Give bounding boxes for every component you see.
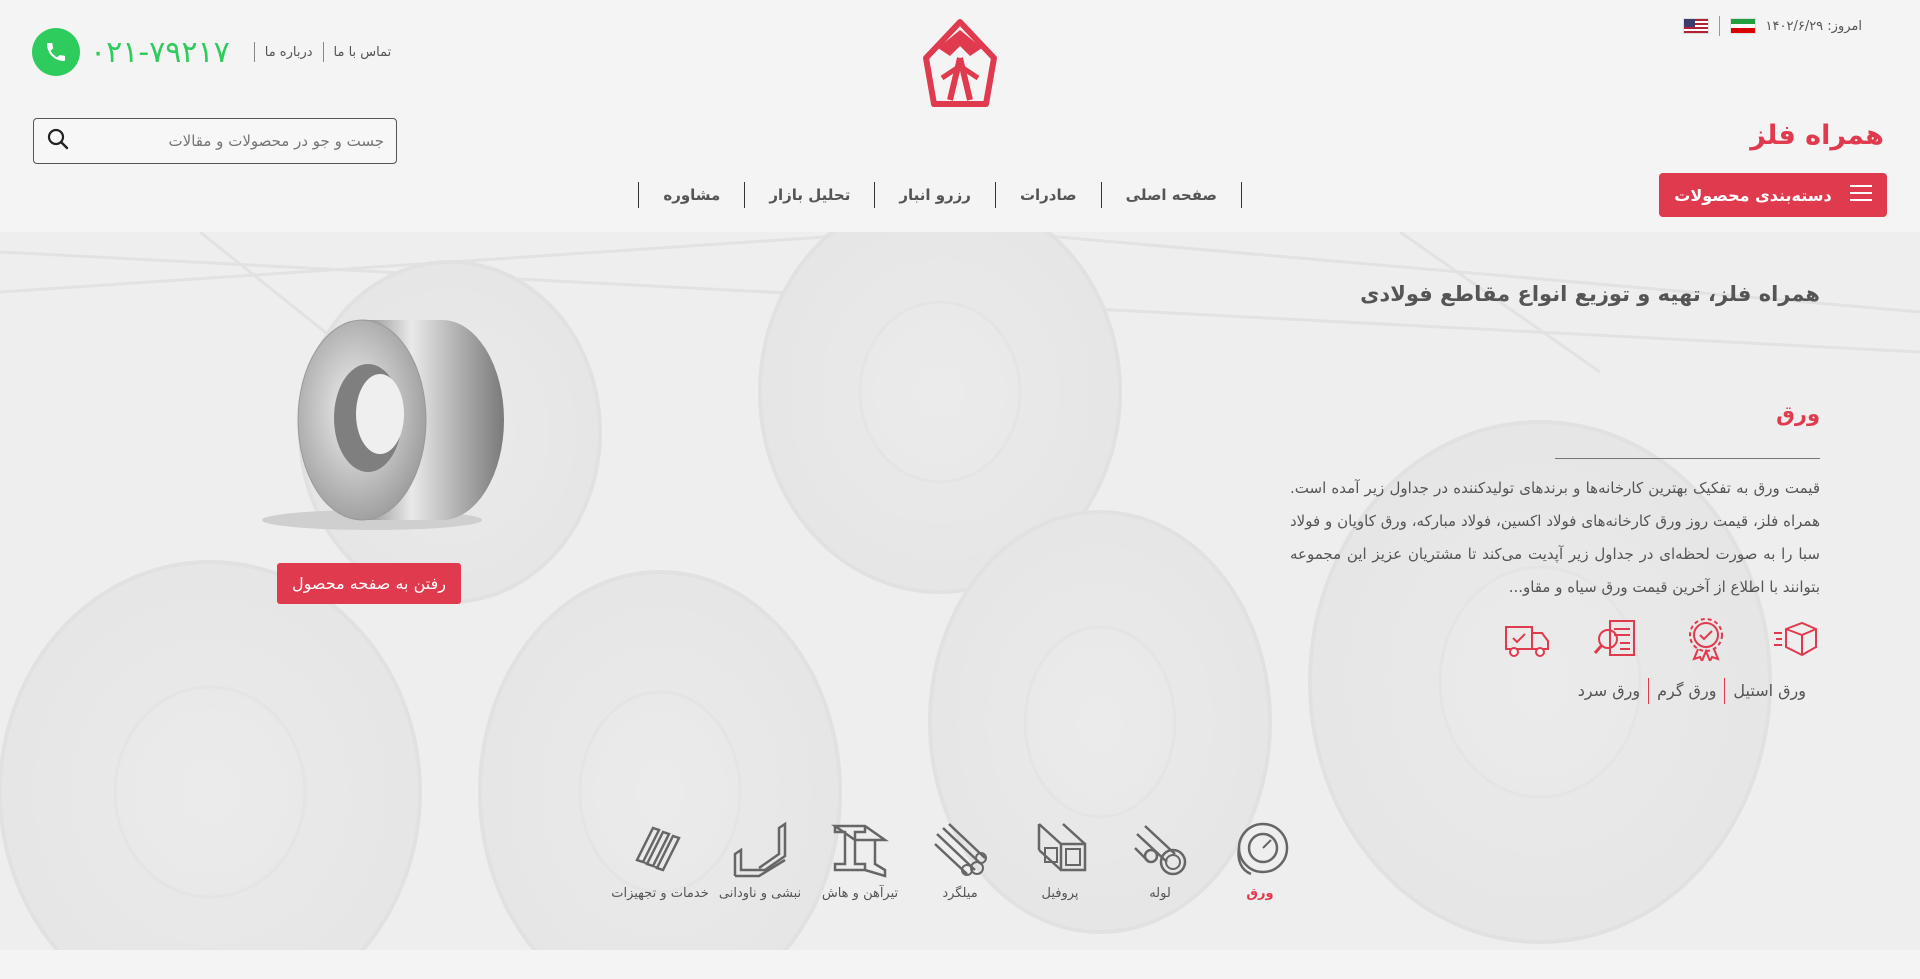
- about-link[interactable]: درباره ما: [265, 45, 313, 60]
- category-angle[interactable]: نبشی و ناودانی: [715, 820, 805, 920]
- tag-cold-rolled-sheet[interactable]: ورق سرد: [1570, 678, 1650, 704]
- category-label: خدمات و تجهیزات: [611, 886, 709, 901]
- tag-hot-rolled-sheet[interactable]: ورق گرم: [1649, 678, 1726, 704]
- site-header: ۰۲۱-۷۹۲۱۷ درباره ما تماس با ما امروز: ۱۴…: [0, 0, 1920, 232]
- hero-title: همراه فلز، تهیه و توزیع انواع مقاطع فولا…: [1360, 282, 1820, 306]
- delivery-truck-icon: [1505, 626, 1549, 657]
- category-sheet[interactable]: ورق: [1215, 820, 1305, 920]
- nav-market-analysis[interactable]: تحلیل بازار: [745, 182, 876, 208]
- category-ibeam[interactable]: تیرآهن و هاش: [815, 820, 905, 920]
- inspection-icon: [1593, 620, 1635, 656]
- angle-icon: [733, 821, 787, 878]
- site-logo[interactable]: [920, 18, 1000, 110]
- nav-consulting[interactable]: مشاوره: [638, 182, 746, 208]
- phone-number[interactable]: ۰۲۱-۷۹۲۱۷: [90, 35, 230, 70]
- brand-name[interactable]: همراه فلز: [1750, 120, 1884, 151]
- go-to-product-button[interactable]: رفتن به صفحه محصول: [277, 563, 461, 604]
- search-input[interactable]: [94, 132, 384, 150]
- product-categories-button[interactable]: دسته‌بندی محصولات: [1659, 173, 1887, 217]
- divider: [1555, 458, 1820, 459]
- rebar-icon: [934, 823, 987, 876]
- search-box: [33, 118, 397, 164]
- product-description: قیمت ورق به تفکیک بهترین کارخانه‌ها و بر…: [1290, 479, 1820, 596]
- us-flag-icon[interactable]: [1682, 18, 1709, 34]
- coil-icon: [1237, 822, 1289, 876]
- product-section-title[interactable]: ورق: [1776, 402, 1820, 426]
- nav-warehouse-reservation[interactable]: رزرو انبار: [875, 182, 996, 208]
- today-date: امروز: ۱۴۰۲/۶/۲۹: [1765, 18, 1862, 34]
- menu-icon: [1849, 184, 1872, 206]
- category-label: ورق: [1246, 886, 1274, 901]
- category-bar: ورق لوله پروفیل میلگرد تیرآهن و هاش نبشی…: [611, 820, 1305, 920]
- contact-link[interactable]: تماس با ما: [334, 45, 392, 60]
- main-nav: صفحه اصلی صادرات رزرو انبار تحلیل بازار …: [638, 180, 1242, 210]
- package-icon: [1774, 621, 1817, 657]
- nav-export[interactable]: صادرات: [996, 182, 1102, 208]
- category-pipe[interactable]: لوله: [1115, 820, 1205, 920]
- category-label: میلگرد: [942, 886, 978, 901]
- pipe-icon: [1134, 825, 1187, 876]
- services-icon: [635, 826, 681, 872]
- categories-button-label: دسته‌بندی محصولات: [1674, 185, 1832, 205]
- hero-section: همراه فلز، تهیه و توزیع انواع مقاطع فولا…: [0, 232, 1920, 950]
- tag-stainless-sheet[interactable]: ورق استیل: [1725, 678, 1814, 704]
- search-icon[interactable]: [46, 127, 70, 155]
- nav-home[interactable]: صفحه اصلی: [1102, 182, 1242, 208]
- category-services[interactable]: خدمات و تجهیزات: [611, 820, 709, 920]
- page-footer-strip: [0, 950, 1920, 979]
- feature-icons: [1502, 617, 1820, 661]
- category-profile[interactable]: پروفیل: [1015, 820, 1105, 920]
- steel-coil-image: [262, 319, 504, 530]
- iran-flag-icon[interactable]: [1729, 18, 1756, 34]
- contact-bar: ۰۲۱-۷۹۲۱۷ درباره ما تماس با ما: [32, 28, 391, 76]
- category-label: تیرآهن و هاش: [821, 886, 899, 901]
- category-label: لوله: [1149, 886, 1171, 901]
- ibeam-icon: [831, 824, 889, 878]
- quality-badge-icon: [1689, 618, 1723, 661]
- category-rebar[interactable]: میلگرد: [915, 820, 1005, 920]
- date-and-language: امروز: ۱۴۰۲/۶/۲۹: [1682, 16, 1862, 36]
- sub-product-tags: ورق استیل ورق گرم ورق سرد: [1570, 678, 1814, 704]
- profile-icon: [1037, 823, 1087, 872]
- phone-icon[interactable]: [32, 28, 80, 76]
- category-label: نبشی و ناودانی: [718, 886, 802, 901]
- category-label: پروفیل: [1041, 886, 1079, 901]
